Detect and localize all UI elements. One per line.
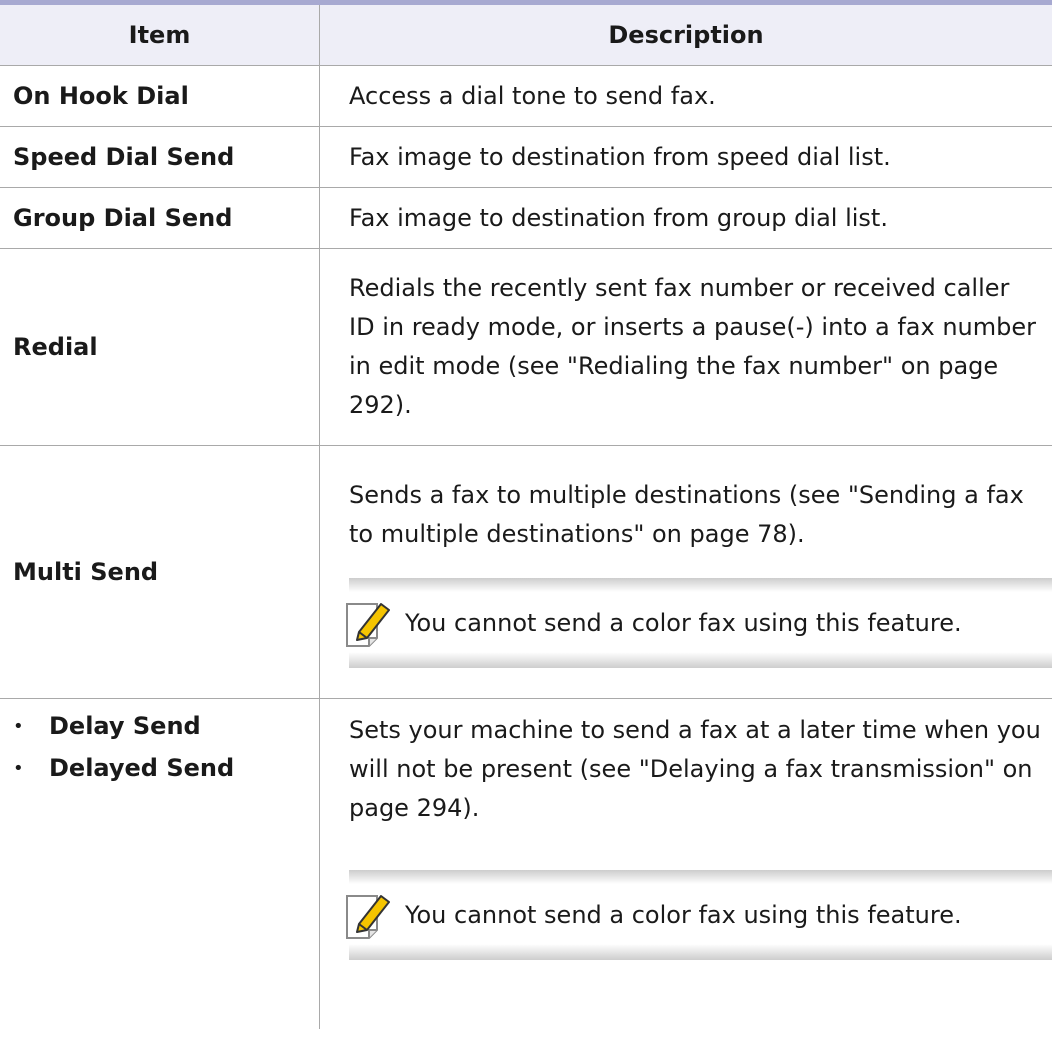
table-row-item: Speed Dial Send: [0, 127, 320, 188]
note-box: You cannot send a color fax using this f…: [346, 870, 1052, 960]
note-box: You cannot send a color fax using this f…: [346, 578, 1052, 668]
column-header-item: Item: [0, 5, 320, 66]
description-text: Fax image to destination from group dial…: [349, 203, 888, 232]
table-row-item: Redial: [0, 249, 320, 446]
description-text: Access a dial tone to send fax.: [349, 81, 716, 110]
column-header-description: Description: [320, 5, 1052, 66]
description-text: Sends a fax to multiple destinations (se…: [349, 481, 1024, 548]
fax-options-table: Item Description On Hook Dial Access a d…: [0, 5, 1052, 1029]
description-text: Redials the recently sent fax number or …: [349, 274, 1036, 419]
bullet-icon: •: [13, 715, 24, 737]
table-row-description: Fax image to destination from speed dial…: [320, 127, 1052, 188]
description-text: Fax image to destination from speed dial…: [349, 142, 891, 171]
table-row-item: Group Dial Send: [0, 188, 320, 249]
item-label: Redial: [13, 332, 98, 361]
note-pencil-icon: [346, 603, 390, 647]
description-text: Sets your machine to send a fax at a lat…: [349, 716, 1041, 822]
column-header-description-label: Description: [608, 20, 764, 49]
item-label: On Hook Dial: [13, 81, 189, 110]
note-text: You cannot send a color fax using this f…: [405, 900, 962, 929]
bullet-item: • Delayed Send: [13, 747, 234, 789]
item-label: Group Dial Send: [13, 203, 233, 232]
item-label: Multi Send: [13, 557, 159, 586]
item-label: Delayed Send: [49, 753, 235, 782]
table-row-item: • Delay Send • Delayed Send: [0, 699, 320, 1029]
column-header-item-label: Item: [128, 20, 191, 49]
bullet-item: • Delay Send: [13, 705, 201, 747]
table-row-item: Multi Send: [0, 446, 320, 699]
table-row-description: Sends a fax to multiple destinations (se…: [320, 446, 1052, 699]
table-row-description: Redials the recently sent fax number or …: [320, 249, 1052, 446]
note-pencil-icon: [346, 895, 390, 939]
table-row-description: Sets your machine to send a fax at a lat…: [320, 699, 1052, 1029]
table-row-description: Access a dial tone to send fax.: [320, 66, 1052, 127]
note-text: You cannot send a color fax using this f…: [405, 608, 962, 637]
item-label: Speed Dial Send: [13, 142, 235, 171]
item-bullet-list: • Delay Send • Delayed Send: [13, 699, 234, 789]
bullet-icon: •: [13, 757, 24, 779]
table-row-item: On Hook Dial: [0, 66, 320, 127]
table-row-description: Fax image to destination from group dial…: [320, 188, 1052, 249]
item-label: Delay Send: [49, 711, 201, 740]
